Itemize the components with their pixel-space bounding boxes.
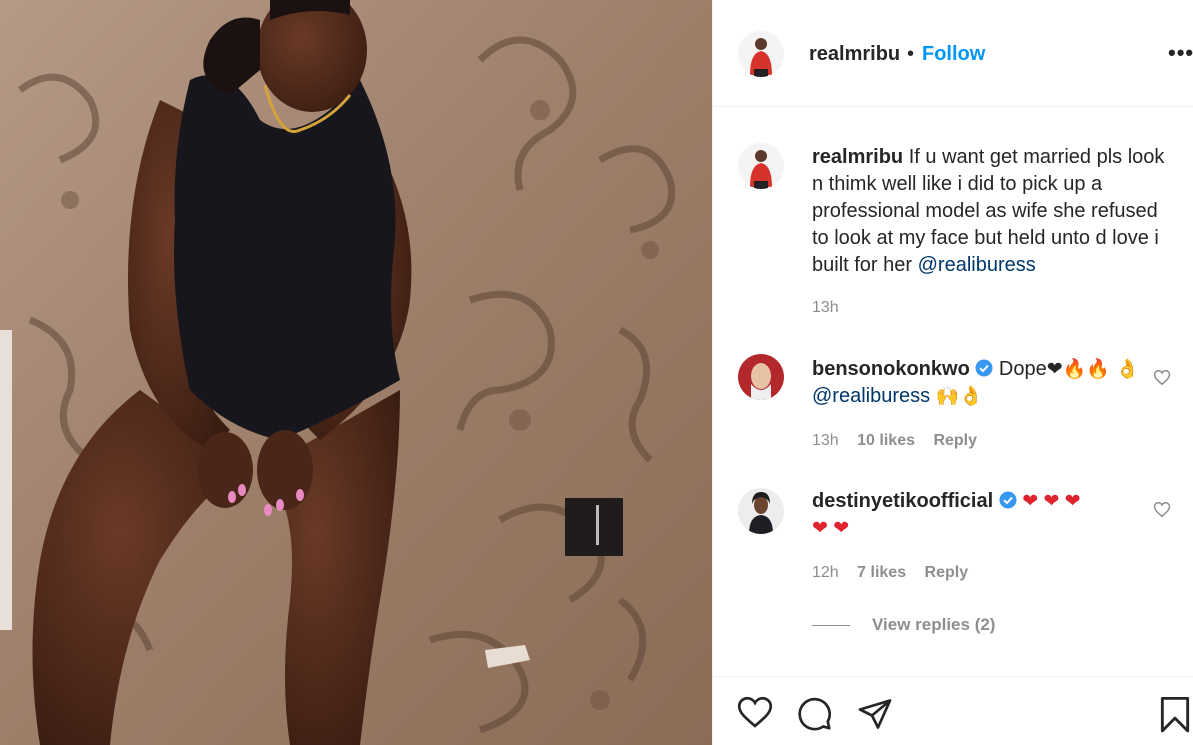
- caption-timestamp[interactable]: 13h: [812, 299, 839, 317]
- comment-meta: 12h 7 likes Reply: [812, 564, 968, 582]
- comment-emoji: ❤🔥🔥: [1046, 359, 1110, 380]
- comment-like-heart-icon[interactable]: [1153, 501, 1171, 518]
- caption-mention[interactable]: @realiburess: [918, 254, 1036, 276]
- comment-timestamp[interactable]: 13h: [812, 432, 839, 449]
- comment-item: bensonokonkwo Dope❤🔥🔥 👌 @realiburess 🙌👌: [812, 356, 1142, 410]
- separator-dot: •: [907, 43, 915, 65]
- comment-emoji-end: 🙌👌: [935, 386, 984, 407]
- caption-avatar[interactable]: [738, 143, 784, 189]
- comment-emoji: ❤ ❤: [812, 518, 850, 539]
- comment-emoji-start: 👌: [1115, 359, 1140, 380]
- follow-button[interactable]: Follow: [922, 43, 985, 66]
- comment-avatar[interactable]: [738, 354, 784, 400]
- action-bar: [713, 676, 1193, 745]
- comment-username[interactable]: bensonokonkwo: [812, 358, 970, 380]
- post-photo[interactable]: [0, 0, 712, 745]
- comment-icon[interactable]: [797, 696, 833, 732]
- reply-button[interactable]: Reply: [925, 564, 969, 581]
- share-icon[interactable]: [857, 696, 893, 732]
- comment-mention[interactable]: @realiburess: [812, 385, 930, 407]
- post-photo-image: [0, 0, 712, 745]
- post-side-panel: realmribu • Follow ••• realmribu If u wa…: [712, 0, 1193, 745]
- caption-username[interactable]: realmribu: [812, 146, 903, 168]
- heart-icon[interactable]: [737, 696, 773, 729]
- comment-meta: 13h 10 likes Reply: [812, 432, 977, 450]
- comment-timestamp[interactable]: 12h: [812, 564, 839, 581]
- bookmark-icon[interactable]: [1159, 696, 1191, 734]
- author-username[interactable]: realmribu: [809, 43, 900, 66]
- post-caption: realmribu If u want get married pls look…: [812, 144, 1172, 279]
- comment-emoji: ❤ ❤ ❤: [1022, 491, 1081, 512]
- comment-likes[interactable]: 10 likes: [857, 432, 915, 449]
- reply-button[interactable]: Reply: [933, 432, 977, 449]
- comment-like-heart-icon[interactable]: [1153, 369, 1171, 386]
- view-replies-button[interactable]: View replies (2): [872, 615, 995, 635]
- view-replies-line: [812, 625, 850, 626]
- author-avatar[interactable]: [738, 31, 784, 77]
- comment-text: Dope: [998, 358, 1047, 380]
- verified-badge-icon: [999, 491, 1017, 509]
- comment-likes[interactable]: 7 likes: [857, 564, 906, 581]
- comment-item: destinyetikoofficial ❤ ❤ ❤ ❤ ❤: [812, 488, 1142, 542]
- comment-username[interactable]: destinyetikoofficial: [812, 490, 993, 512]
- verified-badge-icon: [975, 359, 993, 377]
- comment-avatar[interactable]: [738, 488, 784, 534]
- more-icon[interactable]: •••: [1168, 42, 1193, 64]
- post-header: realmribu • Follow •••: [713, 0, 1193, 107]
